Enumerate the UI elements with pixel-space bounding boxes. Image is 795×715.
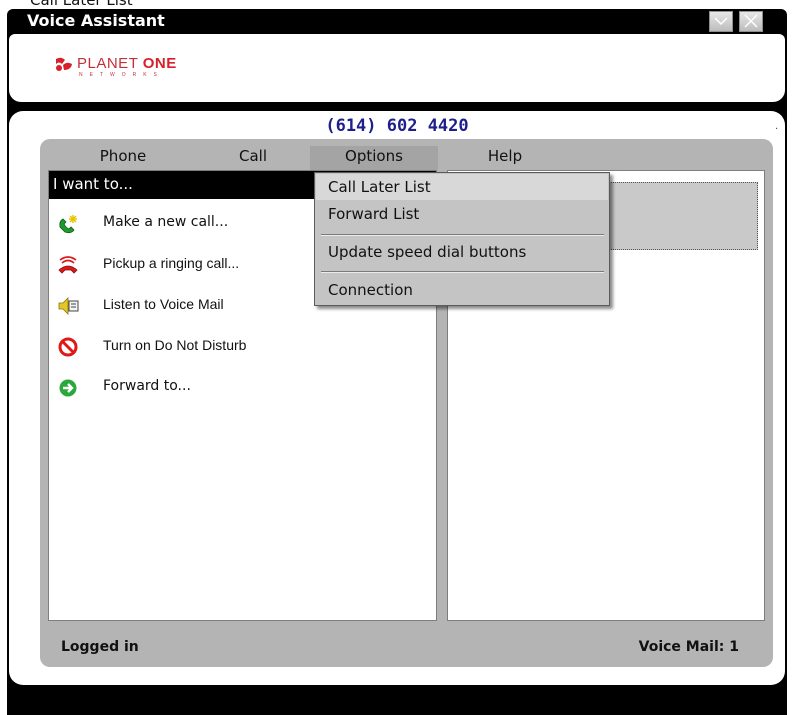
forward-arrow-icon — [59, 379, 77, 397]
logo-subtitle: NETWORKS — [79, 72, 164, 78]
action-label: Forward to... — [103, 378, 191, 394]
close-icon — [744, 14, 758, 28]
action-label: Turn on Do Not Disturb — [103, 337, 247, 353]
forward-to-action[interactable]: Forward to... — [53, 375, 383, 401]
menu-item-connection[interactable]: Connection — [316, 277, 608, 303]
ringing-phone-icon — [58, 256, 78, 274]
login-status: Logged in — [61, 639, 139, 655]
phone-number: (614) 602 4420 — [325, 116, 469, 136]
menu-separator — [321, 234, 604, 236]
action-label: Pickup a ringing call... — [103, 255, 240, 271]
action-label: Listen to Voice Mail — [103, 296, 224, 312]
menu-item-forward-list[interactable]: Forward List — [316, 201, 608, 227]
do-not-disturb-icon — [58, 337, 78, 357]
menu-options[interactable]: Options — [310, 146, 438, 170]
menu-item-update-speed-dial[interactable]: Update speed dial buttons — [316, 239, 608, 265]
title-bar: Voice Assistant — [7, 9, 787, 33]
chevron-down-icon — [714, 17, 728, 26]
action-label: Make a new call... — [103, 214, 229, 230]
voicemail-speaker-icon — [58, 297, 79, 315]
menu-help[interactable]: Help — [480, 146, 530, 170]
menu-phone[interactable]: Phone — [93, 146, 153, 170]
menu-item-call-later-list[interactable]: Call Later List — [316, 174, 608, 200]
close-button[interactable] — [739, 11, 763, 32]
speed-dial-button-area[interactable] — [606, 182, 758, 250]
cut-off-menu-text: Call Later List — [30, 0, 133, 9]
phone-new-call-icon — [59, 215, 77, 234]
do-not-disturb-action[interactable]: Turn on Do Not Disturb — [53, 334, 383, 360]
corner-mark: . — [775, 121, 779, 132]
logo-wordmark: PLANET ONE — [77, 55, 177, 72]
brand-header: PLANET ONE NETWORKS — [9, 34, 785, 102]
menu-call[interactable]: Call — [228, 146, 278, 170]
options-dropdown-menu: Call Later List Forward List Update spee… — [314, 172, 610, 306]
minimize-button[interactable] — [709, 11, 733, 32]
voice-assistant-window: Voice Assistant PLANET ONE NETWORKS (614… — [7, 9, 787, 715]
planet-one-logo-mark-icon — [56, 57, 72, 71]
voice-mail-count[interactable]: Voice Mail: 1 — [639, 639, 739, 655]
window-title: Voice Assistant — [27, 11, 165, 30]
menu-separator — [321, 271, 604, 273]
